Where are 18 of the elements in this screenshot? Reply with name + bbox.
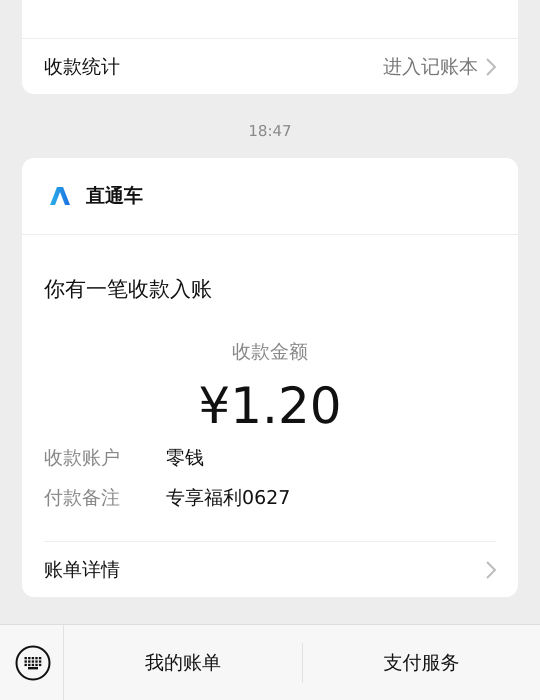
menu-button[interactable]: 支付服务 — [302, 642, 540, 682]
chevron-icon — [486, 560, 496, 578]
keyboard-icon — [14, 644, 50, 680]
amount-label: 收款金额 — [231, 340, 309, 365]
chevron-icon — [486, 58, 496, 76]
field-label: 收款账户 — [44, 446, 121, 471]
field-value: 零钱 — [166, 446, 205, 471]
timestamp: 18:47 — [247, 121, 293, 142]
menu-button[interactable]: 我的账单 — [64, 642, 302, 682]
message-headline: 你有一笔收款入账 — [43, 276, 213, 303]
logo-icon — [50, 187, 70, 205]
field-label: 付款备注 — [44, 486, 121, 511]
sender-name: 直通车 — [86, 184, 143, 209]
bill-details-row[interactable]: 账单详情 — [44, 541, 496, 597]
field-value: 专享福利0627 — [166, 486, 292, 511]
ledger-link[interactable]: 进入记账本 — [383, 54, 496, 80]
amount-value: ¥1.20 — [197, 377, 343, 435]
row-label: 收款统计 — [44, 54, 120, 80]
